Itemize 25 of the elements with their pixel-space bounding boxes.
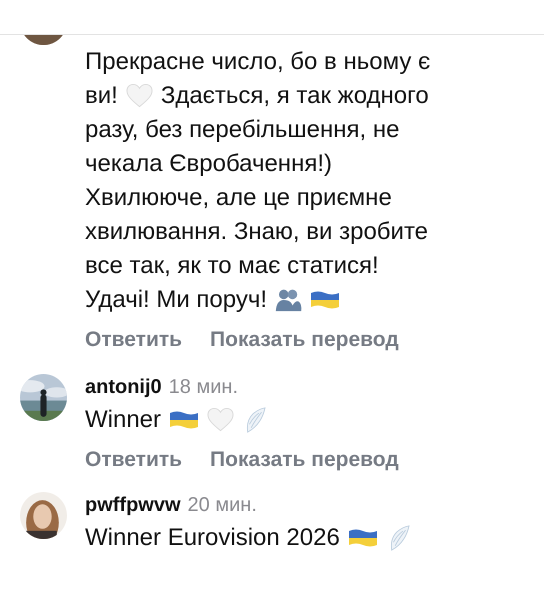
comment-text: разу, без перебільшення, не <box>85 115 400 145</box>
action-link[interactable]: Показать перевод <box>210 328 399 352</box>
comment-text: чекала Євробачення!) <box>85 149 332 179</box>
action-link[interactable]: Ответить <box>85 448 182 472</box>
comment-text: Удачі! Ми поруч! <box>85 285 268 315</box>
heart-icon <box>126 83 153 109</box>
action-link[interactable]: Ответить <box>85 328 182 352</box>
comment-text: Хвилююче, але це приємне <box>85 183 392 213</box>
comment-text: ви! <box>85 81 118 111</box>
heart-icon <box>207 407 234 433</box>
action-link[interactable]: Показать перевод <box>210 448 399 472</box>
comment-time: 20 мин. <box>188 494 257 517</box>
comment-text: Прекрасне число, бо в ньому є <box>85 47 430 77</box>
comment-text: все так, як то має статися! <box>85 251 379 281</box>
comment-text: хвилювання. Знаю, ви зробите <box>85 217 428 247</box>
flag-icon <box>348 528 378 548</box>
comment-time: 18 мин. <box>168 376 238 399</box>
people-hugging-icon <box>275 287 302 313</box>
username[interactable]: pwffpwvw <box>85 494 181 517</box>
comment-text: Winner <box>85 405 162 435</box>
comment-text: Здається, я так жодного <box>160 81 429 111</box>
username[interactable]: antonij0 <box>85 376 162 399</box>
comment-text: Winner Eurovision 2026 <box>85 523 340 553</box>
flag-icon <box>310 290 340 310</box>
flag-icon <box>169 410 200 430</box>
